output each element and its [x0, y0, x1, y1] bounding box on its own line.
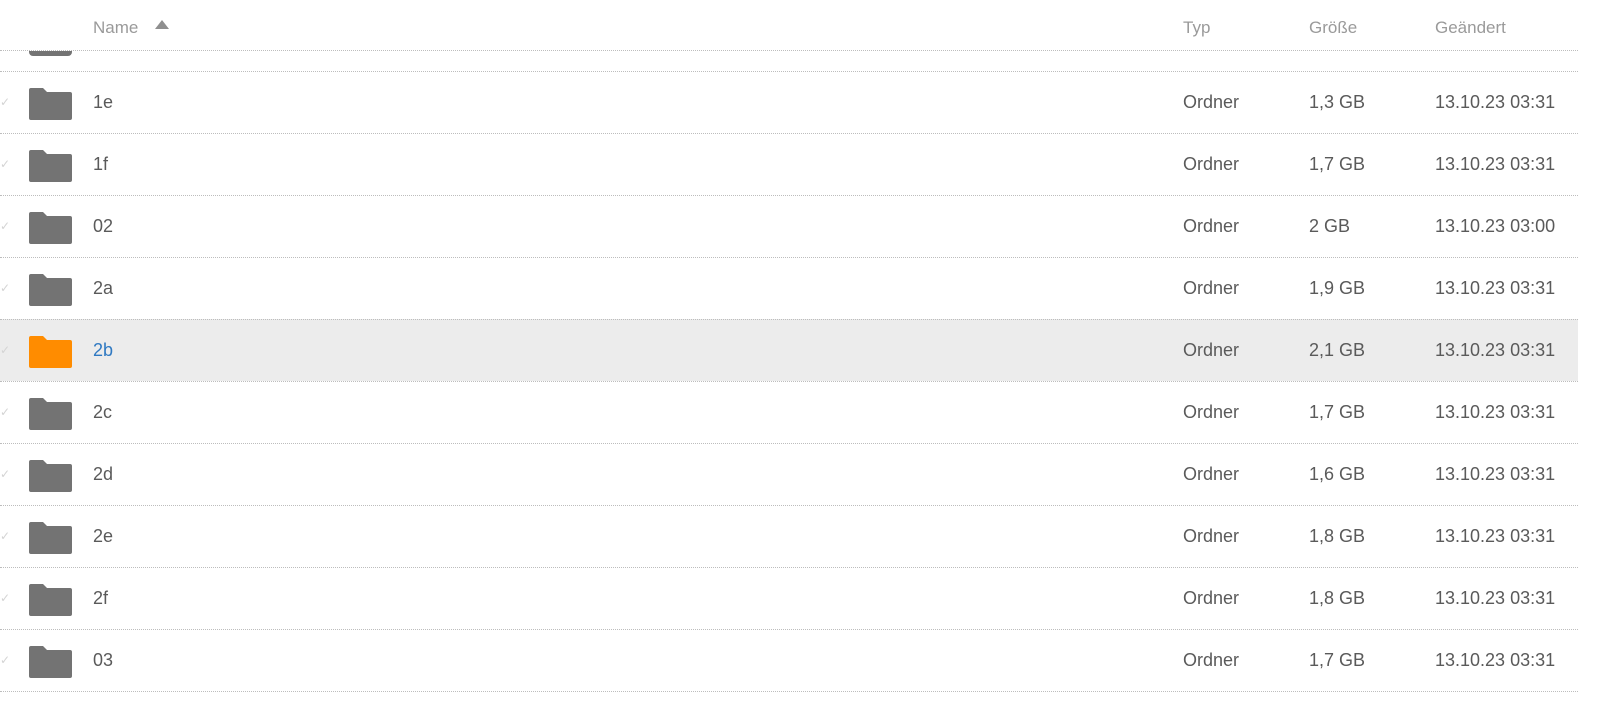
row-checkbox[interactable]: ✓ — [0, 468, 10, 480]
file-modified: 13.10.23 03:31 — [1435, 464, 1556, 484]
file-size: 1,6 GB — [1309, 464, 1366, 484]
file-type: Ordner — [1183, 464, 1240, 484]
file-size: 2 GB — [1309, 216, 1351, 236]
row-checkbox[interactable]: ✓ — [0, 158, 10, 170]
file-size: 1,7 GB — [1309, 650, 1366, 670]
row-checkbox[interactable]: ✓ — [0, 592, 10, 604]
row-checkbox[interactable]: ✓ — [0, 344, 10, 356]
file-type: Ordner — [1183, 216, 1240, 236]
sort-ascending-icon[interactable] — [155, 20, 169, 29]
table-row[interactable]: ✓ 1e Ordner 1,3 GB 13.10.23 03:31 — [0, 71, 1578, 133]
file-size: 1,3 GB — [1309, 92, 1366, 112]
file-type: Ordner — [1183, 650, 1240, 670]
folder-icon — [29, 210, 72, 244]
file-name[interactable]: 2d — [93, 464, 113, 485]
file-name[interactable]: 03 — [93, 650, 113, 671]
table-row[interactable]: ✓ 2b Ordner 2,1 GB 13.10.23 03:31 — [0, 319, 1578, 381]
folder-icon — [29, 148, 72, 182]
file-size: 2,1 GB — [1309, 340, 1366, 360]
file-rows: ✓ 1e Ordner 1,3 GB 13.10.23 03:31 ✓ 1f O… — [0, 71, 1578, 692]
file-type: Ordner — [1183, 340, 1240, 360]
folder-icon — [29, 86, 72, 120]
scrollbar[interactable] — [1592, 0, 1617, 709]
file-modified: 13.10.23 03:31 — [1435, 278, 1556, 298]
table-row[interactable]: ✓ 2a Ordner 1,9 GB 13.10.23 03:31 — [0, 257, 1578, 319]
table-row[interactable]: ✓ 2d Ordner 1,6 GB 13.10.23 03:31 — [0, 443, 1578, 505]
file-modified: 13.10.23 03:31 — [1435, 650, 1556, 670]
file-name[interactable]: 2f — [93, 588, 108, 609]
table-row[interactable]: ✓ 02 Ordner 2 GB 13.10.23 03:00 — [0, 195, 1578, 257]
file-modified: 13.10.23 03:31 — [1435, 92, 1556, 112]
row-checkbox[interactable]: ✓ — [0, 530, 10, 542]
file-name[interactable]: 2e — [93, 526, 113, 547]
column-header-name[interactable]: Name — [93, 18, 138, 38]
file-modified: 13.10.23 03:00 — [1435, 216, 1556, 236]
file-type: Ordner — [1183, 278, 1240, 298]
folder-icon — [29, 272, 72, 306]
folder-icon — [29, 458, 72, 492]
table-row[interactable]: ✓ 2c Ordner 1,7 GB 13.10.23 03:31 — [0, 381, 1578, 443]
file-modified: 13.10.23 03:31 — [1435, 340, 1556, 360]
file-list: Name Typ Größe Geändert ✓ 1e Ordner 1,3 … — [0, 0, 1578, 709]
column-header-modified[interactable]: Geändert — [1435, 18, 1506, 38]
file-type: Ordner — [1183, 588, 1240, 608]
table-row[interactable]: ✓ 2e Ordner 1,8 GB 13.10.23 03:31 — [0, 505, 1578, 567]
column-header-size[interactable]: Größe — [1309, 18, 1357, 38]
file-size: 1,8 GB — [1309, 526, 1366, 546]
file-list-header: Name Typ Größe Geändert — [0, 0, 1578, 51]
file-name[interactable]: 2a — [93, 278, 113, 299]
row-checkbox[interactable]: ✓ — [0, 654, 10, 666]
row-checkbox[interactable]: ✓ — [0, 220, 10, 232]
file-name[interactable]: 2c — [93, 402, 112, 423]
file-type: Ordner — [1183, 526, 1240, 546]
file-type: Ordner — [1183, 154, 1240, 174]
file-size: 1,9 GB — [1309, 278, 1366, 298]
table-row[interactable]: ✓ 1f Ordner 1,7 GB 13.10.23 03:31 — [0, 133, 1578, 195]
file-size: 1,8 GB — [1309, 588, 1366, 608]
file-name[interactable]: 1f — [93, 154, 108, 175]
table-row[interactable]: ✓ 03 Ordner 1,7 GB 13.10.23 03:31 — [0, 629, 1578, 692]
file-name[interactable]: 02 — [93, 216, 113, 237]
file-modified: 13.10.23 03:31 — [1435, 402, 1556, 422]
folder-icon — [29, 334, 72, 368]
table-row[interactable]: ✓ 2f Ordner 1,8 GB 13.10.23 03:31 — [0, 567, 1578, 629]
file-size: 1,7 GB — [1309, 154, 1366, 174]
folder-icon — [29, 644, 72, 678]
file-name[interactable]: 2b — [93, 340, 113, 361]
file-modified: 13.10.23 03:31 — [1435, 154, 1556, 174]
row-checkbox[interactable]: ✓ — [0, 282, 10, 294]
file-modified: 13.10.23 03:31 — [1435, 588, 1556, 608]
row-checkbox[interactable]: ✓ — [0, 96, 10, 108]
folder-icon — [29, 396, 72, 430]
folder-icon — [29, 520, 72, 554]
column-header-type[interactable]: Typ — [1183, 18, 1210, 38]
file-type: Ordner — [1183, 92, 1240, 112]
file-size: 1,7 GB — [1309, 402, 1366, 422]
folder-icon — [29, 582, 72, 616]
file-modified: 13.10.23 03:31 — [1435, 526, 1556, 546]
file-name[interactable]: 1e — [93, 92, 113, 113]
file-type: Ordner — [1183, 402, 1240, 422]
row-checkbox[interactable]: ✓ — [0, 406, 10, 418]
